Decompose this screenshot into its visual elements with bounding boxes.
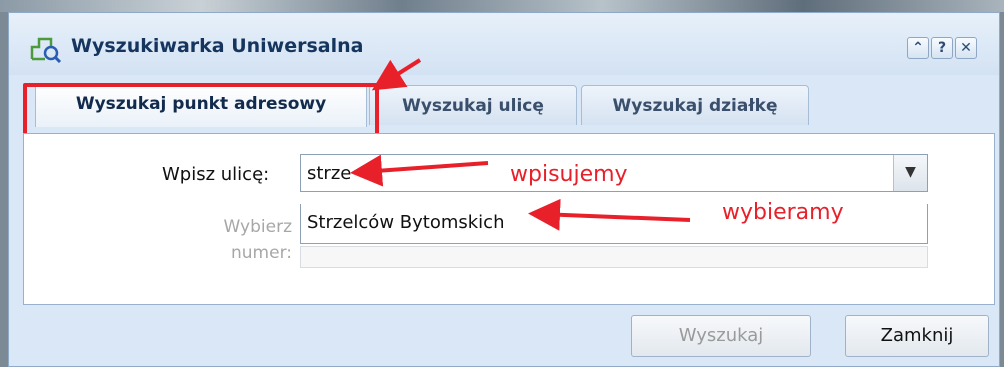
arrow-to-tab — [371, 58, 422, 91]
annotation-arrows — [350, 58, 691, 231]
arrow-to-suggestion — [528, 198, 691, 231]
arrow-to-input — [350, 154, 489, 187]
